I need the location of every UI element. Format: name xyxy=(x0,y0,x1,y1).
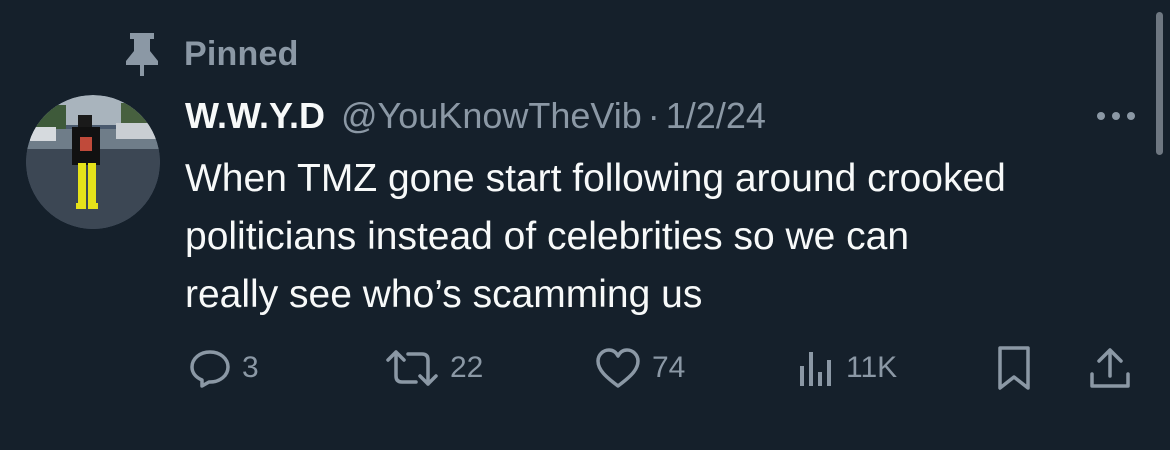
tweet-date[interactable]: 1/2/24 xyxy=(666,95,766,137)
tweet-actions: 3 22 74 11K xyxy=(0,340,1170,396)
views-count: 11K xyxy=(846,351,898,384)
pinned-label: Pinned xyxy=(184,34,299,73)
share-button[interactable] xyxy=(1086,340,1134,396)
like-count: 74 xyxy=(652,351,686,384)
share-icon xyxy=(1090,348,1130,388)
tweet-header: W.W.Y.D @YouKnowTheVib · 1/2/24 xyxy=(185,90,766,142)
display-name[interactable]: W.W.Y.D xyxy=(185,95,325,137)
tweet-text: When TMZ gone start following around cro… xyxy=(185,157,1006,316)
pin-icon xyxy=(126,33,158,76)
retweet-icon xyxy=(386,350,438,386)
reply-count: 3 xyxy=(242,351,259,384)
scrollbar[interactable] xyxy=(1156,12,1163,155)
bookmark-icon xyxy=(998,346,1030,390)
views-icon xyxy=(800,352,831,386)
more-options-icon[interactable] xyxy=(1094,106,1138,126)
reply-icon xyxy=(190,350,230,388)
separator-dot: · xyxy=(647,95,660,136)
user-handle[interactable]: @YouKnowTheVib xyxy=(341,95,642,137)
reply-button[interactable]: 3 xyxy=(188,340,259,396)
pinned-indicator: Pinned xyxy=(124,30,299,78)
heart-icon xyxy=(596,348,640,388)
retweet-button[interactable]: 22 xyxy=(384,340,483,396)
retweet-count: 22 xyxy=(450,351,484,384)
bookmark-button[interactable] xyxy=(994,340,1034,396)
like-button[interactable]: 74 xyxy=(594,340,685,396)
views-button[interactable]: 11K xyxy=(796,340,897,396)
avatar[interactable] xyxy=(26,95,160,229)
